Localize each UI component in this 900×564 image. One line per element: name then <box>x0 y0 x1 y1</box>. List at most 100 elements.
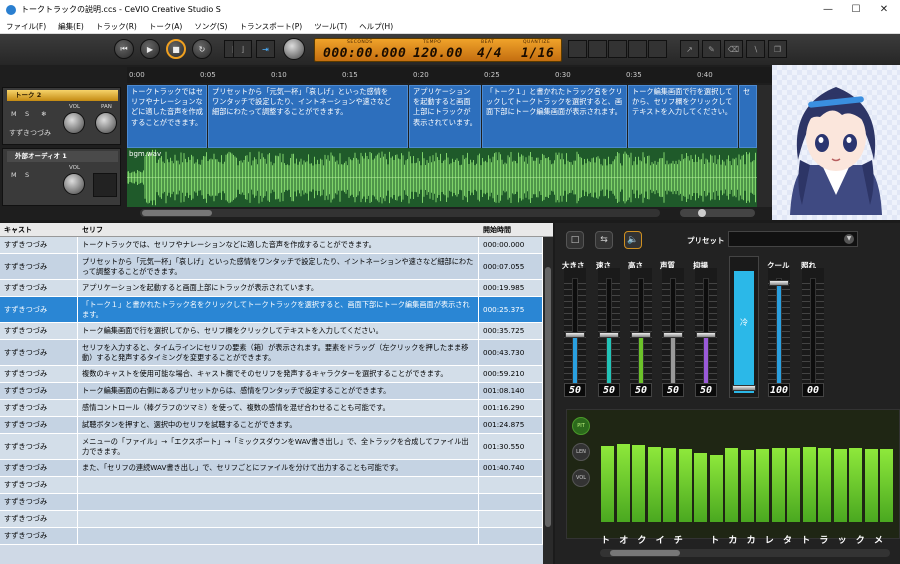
edit-tool-line[interactable]: ∖ <box>746 40 765 58</box>
parameter-bar[interactable] <box>632 445 645 522</box>
slider-handle[interactable] <box>663 332 683 338</box>
cast-cell[interactable]: すずきつづみ <box>0 494 78 510</box>
beat-value[interactable]: 4/4 <box>477 46 502 61</box>
cast-cell[interactable]: すずきつづみ <box>0 237 78 253</box>
cast-cell[interactable]: すずきつづみ <box>0 460 78 476</box>
table-row[interactable]: すずきつづみ <box>0 477 543 494</box>
emotion-main-slider[interactable]: 冷 <box>729 256 759 398</box>
tool-button-3[interactable] <box>608 40 627 58</box>
snowflake-icon[interactable]: ❄ <box>41 110 46 118</box>
speaker-button[interactable]: 🔈 <box>624 231 642 249</box>
start-time-cell[interactable]: 000:25.375 <box>479 297 543 322</box>
parameter-bar[interactable] <box>601 446 614 522</box>
param-slider[interactable] <box>662 268 684 390</box>
cast-cell[interactable]: すずきつづみ <box>0 340 78 365</box>
slider-handle[interactable] <box>769 280 789 286</box>
parameter-bar[interactable] <box>756 449 769 522</box>
param-slider[interactable] <box>564 268 586 390</box>
mute-button[interactable]: M <box>11 110 17 118</box>
line-cell[interactable]: トーク編集画面の右側にあるプリセットからは、感情をワンタッチで設定することができ… <box>78 383 479 399</box>
table-row[interactable]: すずきつづみ プリセットから「元気一杯」「哀しげ」といった感情をワンタッチで設定し… <box>0 254 543 280</box>
parameter-bar[interactable] <box>849 448 862 522</box>
talk-clip[interactable]: トーク編集画面で行を選択してから、セリフ欄をクリックしてテキストを入力してくださ… <box>628 85 738 148</box>
edit-tool-pointer[interactable]: ↗ <box>680 40 699 58</box>
table-row[interactable]: すずきつづみ トーク編集画面の右側にあるプリセットからは、感情をワンタッチで設定す… <box>0 383 543 400</box>
emotion-value[interactable]: 100 <box>768 383 790 397</box>
table-row[interactable]: すずきつづみ アプリケーションを起動すると画面上部にトラックが表示されています。 0… <box>0 280 543 297</box>
menu-file[interactable]: ファイル(F) <box>0 21 52 32</box>
play-button[interactable]: ▶ <box>140 39 160 59</box>
emotion-value[interactable]: 00 <box>802 383 824 397</box>
edit-tool-pencil[interactable]: ✎ <box>702 40 721 58</box>
col-header-cast[interactable]: キャスト <box>0 223 78 237</box>
parameter-bar[interactable] <box>880 449 893 522</box>
start-time-cell[interactable]: 000:59.210 <box>479 366 543 382</box>
start-time-cell[interactable] <box>479 477 543 493</box>
preset-dropdown[interactable]: ▼ <box>728 231 858 247</box>
menu-help[interactable]: ヘルプ(H) <box>353 21 399 32</box>
col-header-start[interactable]: 開始時間 <box>479 223 553 237</box>
parameter-bar[interactable] <box>771 448 785 522</box>
start-time-cell[interactable] <box>479 511 543 527</box>
line-cell[interactable] <box>78 528 479 544</box>
start-time-cell[interactable] <box>479 528 543 544</box>
line-cell[interactable]: 感情コントロール（棒グラフのツマミ）を使って、複数の感情を混ぜ合わせることも可能… <box>78 400 479 416</box>
marker-right-button[interactable]: ⌋ <box>233 40 252 58</box>
volume-mode-button[interactable]: VOL <box>572 469 590 487</box>
zoom-slider[interactable] <box>680 209 755 217</box>
cast-cell[interactable]: すずきつづみ <box>0 477 78 493</box>
table-row[interactable]: すずきつづみ メニューの「ファイル」→「エクスポート」→「ミックスダウンをWAV書… <box>0 434 543 460</box>
cast-cell[interactable]: すずきつづみ <box>0 417 78 433</box>
parameter-bar[interactable] <box>647 447 661 522</box>
param-value[interactable]: 50 <box>695 383 717 397</box>
timeline-vscroll[interactable] <box>757 85 772 207</box>
menu-edit[interactable]: 編集(E) <box>52 21 90 32</box>
line-cell[interactable]: 試聴ボタンを押すと、選択中のセリフを試聴することができます。 <box>78 417 479 433</box>
speech-preview-button[interactable]: □ <box>566 231 584 249</box>
start-time-cell[interactable]: 000:00.000 <box>479 237 543 253</box>
menu-tools[interactable]: ツール(T) <box>308 21 353 32</box>
table-row[interactable]: すずきつづみ また、「セリフの連続WAV書き出し」で、セリフごとにファイルを分けて… <box>0 460 543 477</box>
parameter-bar[interactable] <box>740 450 754 522</box>
table-row[interactable]: すずきつづみ セリフを入力すると、タイムラインにセリフの要素（箱）が表示されます。… <box>0 340 543 366</box>
parameter-bar[interactable] <box>818 448 831 522</box>
line-cell[interactable] <box>78 494 479 510</box>
timeline-hscroll[interactable] <box>140 209 660 217</box>
table-row[interactable]: すずきつづみ トークトラックでは、セリフやナレーションなどに適した音声を作成するこ… <box>0 237 543 254</box>
audio-solo-button[interactable]: S <box>25 171 29 179</box>
table-row[interactable]: すずきつづみ 感情コントロール（棒グラフのツマミ）を使って、複数の感情を混ぜ合わせ… <box>0 400 543 417</box>
table-row[interactable]: すずきつづみ <box>0 528 543 545</box>
graph-hscroll[interactable] <box>600 549 890 557</box>
cast-cell[interactable]: すずきつづみ <box>0 528 78 544</box>
audio-track-header[interactable]: 外部オーディオ 1 M S VOL <box>2 148 121 206</box>
talk-clip[interactable]: トークトラックではセリフやナレーションなどに適した音声を作成することができます。 <box>127 85 207 148</box>
table-row[interactable]: すずきつづみ 「トーク１」と書かれたトラック名をクリックしてトークトラックを選択す… <box>0 297 543 323</box>
param-slider[interactable] <box>598 268 620 390</box>
line-cell[interactable]: トーク編集画面で行を選択してから、セリフ欄をクリックしてテキストを入力してくださ… <box>78 323 479 339</box>
start-time-cell[interactable]: 001:40.740 <box>479 460 543 476</box>
slider-handle[interactable] <box>631 332 651 338</box>
tool-button-2[interactable] <box>588 40 607 58</box>
talk-clip[interactable]: プリセットから「元気一杯」「哀しげ」といった感情をワンタッチで設定したり、イント… <box>208 85 408 148</box>
start-time-cell[interactable]: 001:08.140 <box>479 383 543 399</box>
start-time-cell[interactable]: 000:43.730 <box>479 340 543 365</box>
follow-button[interactable]: ⇥ <box>256 40 275 58</box>
audio-vol-knob[interactable] <box>63 173 85 195</box>
cast-cell[interactable]: すずきつづみ <box>0 511 78 527</box>
talk-clip[interactable]: 「トーク１」と書かれたトラック名をクリックしてトークトラックを選択すると、画面下… <box>482 85 627 148</box>
param-value[interactable]: 50 <box>630 383 652 397</box>
vscroll-thumb[interactable] <box>545 267 551 527</box>
start-time-cell[interactable]: 001:24.875 <box>479 417 543 433</box>
cast-cell[interactable]: すずきつづみ <box>0 280 78 296</box>
talk-track-header[interactable]: トーク 2 M S ❄ VOL PAN すずきつづみ <box>2 87 121 145</box>
line-cell[interactable]: また、「セリフの連続WAV書き出し」で、セリフごとにファイルを分けて出力すること… <box>78 460 479 476</box>
length-mode-button[interactable]: LEN <box>572 443 590 461</box>
menu-song[interactable]: ソング(S) <box>188 21 233 32</box>
talk-vol-knob[interactable] <box>63 112 85 134</box>
start-time-cell[interactable] <box>479 494 543 510</box>
graph-hscroll-thumb[interactable] <box>610 550 680 556</box>
line-cell[interactable]: 複数のキャストを使用可能な場合、キャスト欄でそのセリフを発声するキャラクターを選… <box>78 366 479 382</box>
tool-button-1[interactable] <box>568 40 587 58</box>
talk-pan-knob[interactable] <box>95 112 117 134</box>
slider-handle[interactable] <box>599 332 619 338</box>
